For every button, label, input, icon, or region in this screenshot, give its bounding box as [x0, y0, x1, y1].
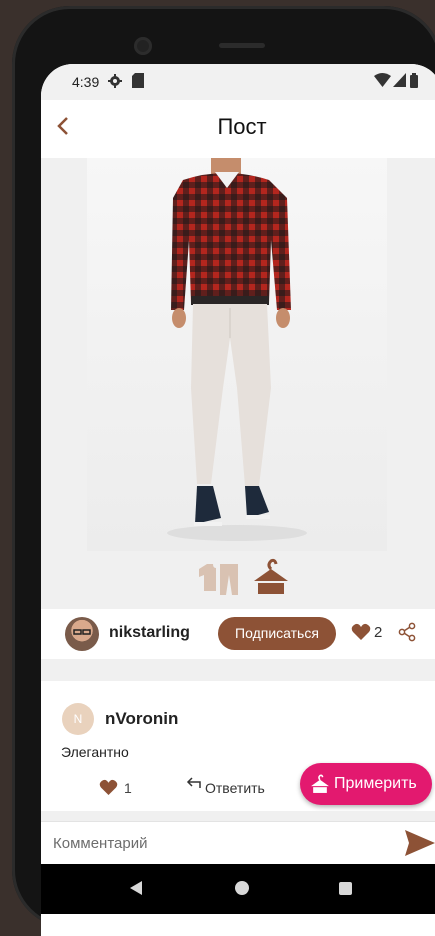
post-photo[interactable] [87, 158, 387, 551]
settings-icon [108, 74, 122, 88]
signal-icon [393, 73, 406, 87]
battery-icon [410, 73, 418, 88]
user-avatar-photo [73, 629, 91, 635]
subscribe-button[interactable]: Подписаться [218, 617, 336, 650]
status-time: 4:39 [72, 74, 100, 90]
page-title: Пост [217, 114, 267, 139]
post-like-count: 2 [374, 624, 383, 641]
item-type-icons [41, 551, 435, 609]
reply-icon[interactable] [185, 776, 201, 790]
post-author-row: nikstarling Подписаться 2 [41, 609, 435, 659]
sd-card-icon [132, 73, 144, 88]
comment-input[interactable] [53, 830, 393, 856]
section-divider [41, 659, 435, 681]
wifi-icon [374, 73, 391, 87]
comment-bar [41, 821, 435, 865]
reply-button[interactable]: Ответить [205, 780, 265, 796]
comment-heart-icon[interactable] [99, 779, 118, 796]
heart-icon[interactable] [351, 623, 371, 641]
comment-like-count: 1 [124, 780, 132, 796]
app-bar: Пост [41, 100, 435, 158]
nav-home-icon[interactable] [235, 881, 249, 895]
section-divider [41, 811, 435, 821]
comment-text: Элегантно [61, 744, 129, 760]
clothes-icon[interactable] [197, 561, 241, 597]
comment-username[interactable]: nVoronin [105, 709, 178, 729]
author-username[interactable]: nikstarling [109, 624, 190, 642]
earpiece-speaker [219, 43, 265, 48]
screen: 4:39 Пост nikstarling Подписаться 2 N nV… [41, 64, 435, 936]
send-icon[interactable] [405, 830, 435, 856]
try-on-label: Примерить [334, 775, 417, 792]
hanger-icon [311, 774, 329, 793]
outfit-illustration [167, 158, 307, 541]
status-bar: 4:39 [41, 64, 435, 100]
system-nav-bar [41, 864, 435, 914]
try-on-button[interactable]: Примерить [300, 763, 432, 805]
post-photo-area [41, 158, 435, 551]
avatar[interactable] [65, 617, 99, 651]
nav-back-icon[interactable] [130, 881, 142, 895]
comment-avatar[interactable]: N [62, 703, 94, 735]
phone-frame: 4:39 Пост nikstarling Подписаться 2 N nV… [12, 6, 435, 936]
nav-recents-icon[interactable] [339, 882, 352, 895]
share-icon[interactable] [398, 622, 416, 642]
hanger-icon[interactable] [252, 557, 290, 597]
front-camera [134, 37, 152, 55]
